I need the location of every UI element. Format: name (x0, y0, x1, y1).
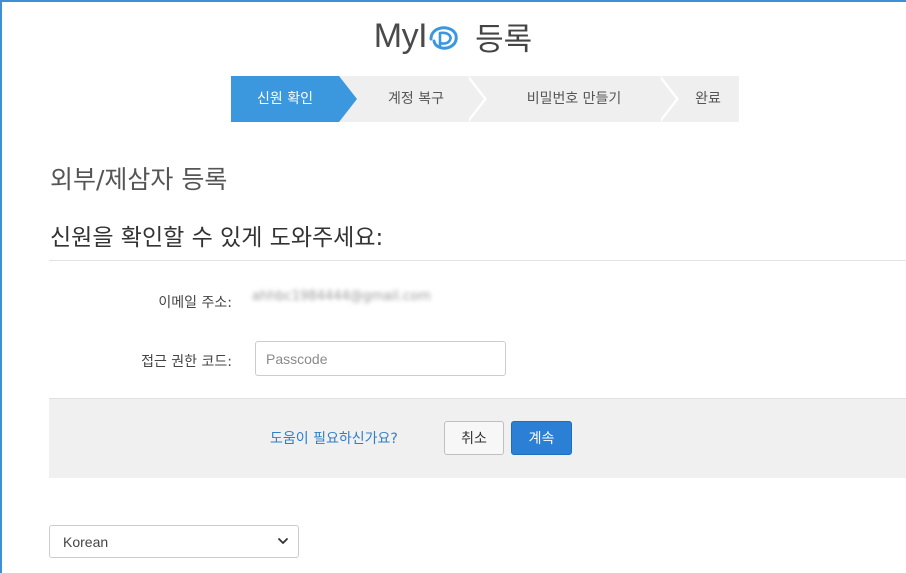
step-separator-fill (658, 76, 676, 122)
step-verify-identity: 신원 확인 (231, 76, 339, 122)
step-create-password: 비밀번호 만들기 (526, 91, 622, 107)
myid-logo: MyI (374, 17, 460, 56)
page-heading: 외부/제삼자 등록 (50, 165, 228, 194)
page-title: 등록 (475, 22, 533, 58)
cancel-button[interactable]: 취소 (444, 421, 504, 455)
passcode-input[interactable] (255, 341, 506, 376)
step-complete: 완료 (695, 91, 721, 107)
page-header: MyI 등록 (0, 14, 906, 59)
form-subheading: 신원을 확인할 수 있게 도와주세요: (50, 225, 384, 251)
email-label: 이메일 주소: (158, 295, 232, 311)
continue-button[interactable]: 계속 (511, 421, 572, 455)
passcode-label: 접근 권한 코드: (141, 354, 232, 370)
chevron-down-icon (278, 538, 288, 544)
progress-steps: 신원 확인 계정 복구 비밀번호 만들기 완료 (231, 76, 739, 122)
logo-text: MyI (373, 17, 428, 55)
divider (49, 260, 906, 261)
step-separator-fill (466, 76, 484, 122)
step-account-recovery: 계정 복구 (388, 91, 444, 107)
help-link[interactable]: 도움이 필요하신가요? (270, 428, 398, 448)
language-selected-value: Korean (63, 534, 109, 550)
email-value: ahhbc1984444@gmail.com (252, 289, 431, 304)
logo-swirl-icon (429, 25, 458, 50)
language-select[interactable]: Korean (49, 525, 299, 558)
step-arrow (339, 76, 357, 122)
